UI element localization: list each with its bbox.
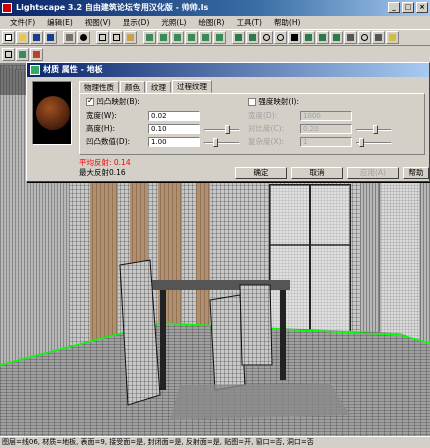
maximize-button[interactable]: □ — [402, 2, 414, 13]
app-icon — [2, 3, 12, 13]
right-width-label: 宽度(D): — [248, 111, 278, 120]
view-cube-icon-2[interactable] — [157, 31, 170, 44]
intensity-map-checkbox[interactable] — [248, 98, 256, 106]
status-bar: 图层=线06, 材质=地板, 表面=9, 接受面=是, 封闭面=是, 反射面=是… — [0, 436, 430, 448]
help-button[interactable]: 帮助 — [403, 167, 429, 179]
height-slider[interactable] — [204, 125, 240, 134]
settings-icon[interactable] — [372, 31, 385, 44]
print-icon[interactable] — [63, 31, 76, 44]
tab-strip: 物理性质 颜色 纹理 过程纹理 — [79, 80, 213, 93]
tab-procedural-texture[interactable]: 过程纹理 — [172, 80, 212, 93]
bump-value-label: 凹凸数值(D): — [86, 137, 131, 146]
bump-value-slider[interactable] — [204, 138, 240, 147]
bump-map-checkbox[interactable] — [86, 96, 94, 106]
menu-tools[interactable]: 工具(T) — [231, 16, 268, 29]
orbit-icon[interactable] — [316, 31, 329, 44]
procedural-texture-panel: 凹凸映射(B): 宽度(W): 0.02 高度(H): 0.10 凹凸数值(D)… — [79, 93, 425, 155]
cancel-button[interactable]: 取消 — [291, 167, 343, 179]
dialog-title: 材质 属性 - 地板 — [43, 65, 103, 74]
app-title: Lightscape 3.2 自由建筑论坛专用汉化版 - 帅帅.ls — [16, 3, 209, 12]
layer-icon[interactable] — [16, 48, 29, 61]
arrow-left-icon[interactable] — [232, 31, 245, 44]
complexity-label: 复杂度(X): — [248, 137, 285, 146]
arrow-right-icon[interactable] — [246, 31, 259, 44]
refresh-icon[interactable] — [358, 31, 371, 44]
complexity-slider-thumb[interactable] — [359, 138, 364, 147]
ok-button[interactable]: 确定 — [235, 167, 287, 179]
contrast-slider[interactable] — [356, 125, 392, 134]
window-controls: _ □ × — [388, 2, 428, 13]
contrast-input[interactable]: 0.20 — [300, 124, 352, 134]
width-input[interactable]: 0.02 — [148, 111, 200, 121]
apply-button[interactable]: 应用(A) — [347, 167, 399, 179]
intensity-map-row: 强度映射(I): — [248, 97, 299, 107]
material-icon[interactable] — [30, 48, 43, 61]
bump-value-slider-thumb[interactable] — [213, 138, 218, 147]
close-button[interactable]: × — [416, 2, 428, 13]
light-icon[interactable] — [386, 31, 399, 44]
max-reflectance: 最大反射0.16 — [79, 168, 126, 177]
complexity-input[interactable]: 1 — [300, 137, 352, 147]
menu-light[interactable]: 光照(L) — [155, 16, 192, 29]
view-cube-icon-1[interactable] — [143, 31, 156, 44]
preview-sphere — [36, 96, 70, 130]
average-reflectance: 平均反射: 0.14 — [79, 158, 131, 167]
open-file-icon[interactable] — [16, 31, 29, 44]
camera-icon[interactable] — [344, 31, 357, 44]
height-slider-thumb[interactable] — [225, 125, 230, 134]
zoom-out-icon[interactable] — [274, 31, 287, 44]
right-width-input[interactable]: 1000 — [300, 111, 352, 121]
view-cube-icon-5[interactable] — [199, 31, 212, 44]
height-input[interactable]: 0.10 — [148, 124, 200, 134]
tab-physical[interactable]: 物理性质 — [79, 81, 119, 93]
help-pointer-icon[interactable] — [77, 31, 90, 44]
menu-display[interactable]: 显示(D) — [117, 16, 156, 29]
copy-icon[interactable] — [110, 31, 123, 44]
view-cube-icon-6[interactable] — [213, 31, 226, 44]
save-icon[interactable] — [30, 31, 43, 44]
cut-icon[interactable] — [96, 31, 109, 44]
material-dialog: 材质 属性 - 地板 物理性质 颜色 纹理 过程纹理 凹凸映射(B): 宽度(W… — [26, 62, 430, 182]
menu-edit[interactable]: 编辑(E) — [41, 16, 79, 29]
material-preview — [32, 81, 72, 145]
menu-render[interactable]: 绘图(R) — [192, 16, 230, 29]
view-cube-icon-3[interactable] — [171, 31, 184, 44]
menu-view[interactable]: 视图(V) — [79, 16, 117, 29]
walk-icon[interactable] — [330, 31, 343, 44]
view-cube-icon-4[interactable] — [185, 31, 198, 44]
height-label: 高度(H): — [86, 124, 116, 133]
tab-texture[interactable]: 纹理 — [146, 81, 171, 93]
material-icon — [30, 65, 40, 75]
width-label: 宽度(W): — [86, 111, 117, 120]
zoom-in-icon[interactable] — [260, 31, 273, 44]
menu-help[interactable]: 帮助(H) — [268, 16, 307, 29]
tab-color[interactable]: 颜色 — [120, 81, 145, 93]
rotate-icon[interactable] — [302, 31, 315, 44]
minimize-button[interactable]: _ — [388, 2, 400, 13]
save-as-icon[interactable] — [44, 31, 57, 44]
main-toolbar — [0, 29, 430, 46]
paste-icon[interactable] — [124, 31, 137, 44]
contrast-label: 对比度(C): — [248, 124, 285, 133]
contrast-slider-thumb[interactable] — [373, 125, 378, 134]
dialog-title-bar: 材质 属性 - 地板 — [27, 63, 429, 77]
new-file-icon[interactable] — [2, 31, 15, 44]
menu-bar: 文件(F) 编辑(E) 视图(V) 显示(D) 光照(L) 绘图(R) 工具(T… — [0, 16, 430, 29]
bump-map-label: 凹凸映射(B): — [96, 97, 140, 106]
pan-icon[interactable] — [288, 31, 301, 44]
bump-map-row: 凹凸映射(B): — [86, 96, 140, 107]
intensity-map-label: 强度映射(I): — [258, 97, 299, 106]
app-title-bar: Lightscape 3.2 自由建筑论坛专用汉化版 - 帅帅.ls _ □ × — [0, 0, 430, 16]
complexity-slider[interactable] — [356, 138, 392, 147]
menu-file[interactable]: 文件(F) — [4, 16, 41, 29]
select-icon[interactable] — [2, 48, 15, 61]
bump-value-input[interactable]: 1.00 — [148, 137, 200, 147]
